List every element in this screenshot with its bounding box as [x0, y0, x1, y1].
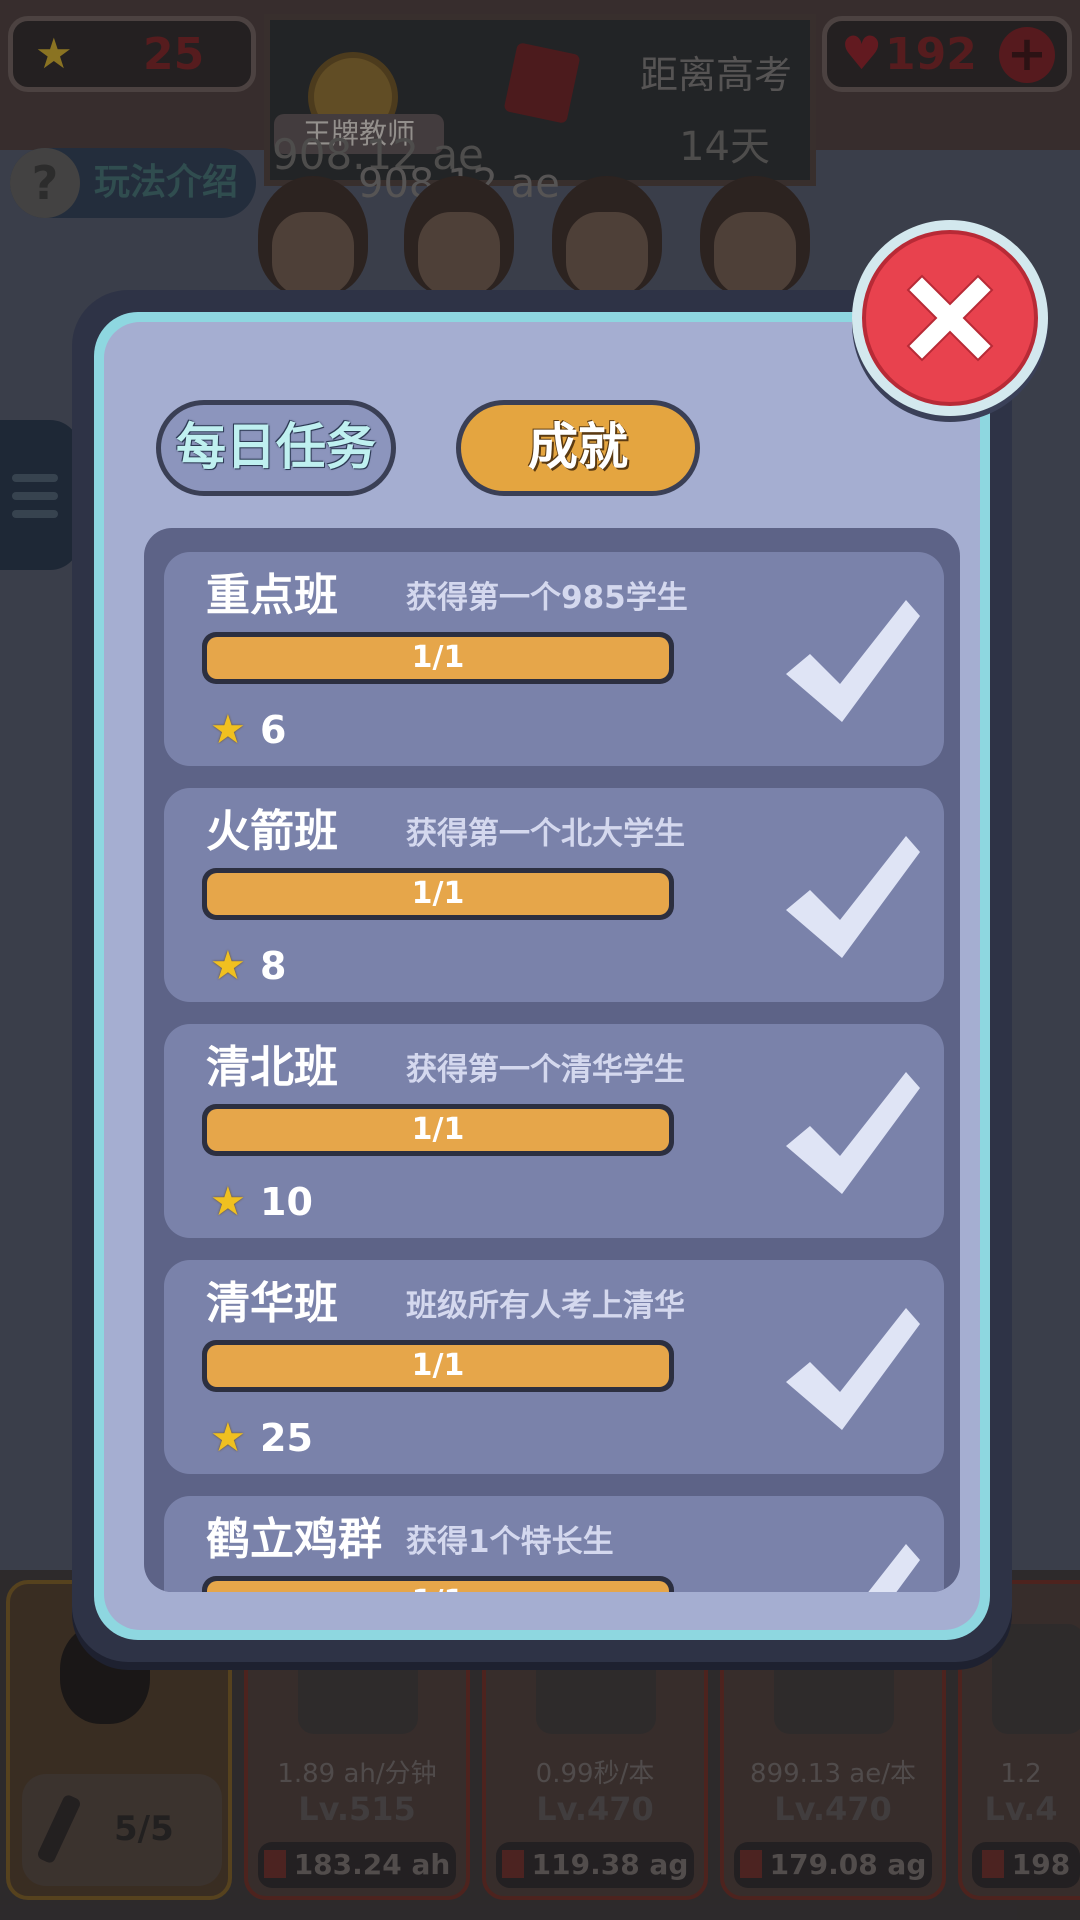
dialog-body: 每日任务 成就 重点班 获得第一个985学生 1/1 ★ 6 火箭班 获得第一个…	[104, 322, 980, 1630]
achievement-name: 清华班	[206, 1278, 338, 1329]
checkmark-icon	[786, 836, 920, 958]
progress-text: 1/1	[411, 1348, 465, 1383]
checkmark-icon	[786, 600, 920, 722]
achievement-desc: 获得第一个清华学生	[406, 1052, 685, 1088]
achievement-item: 清北班 获得第一个清华学生 1/1 ★ 10	[164, 1024, 944, 1238]
progress-bar: 1/1	[202, 868, 674, 920]
progress-text: 1/1	[202, 1576, 674, 1592]
close-button[interactable]	[852, 220, 1048, 416]
star-icon: ★	[210, 943, 246, 989]
achievement-desc: 班级所有人考上清华	[406, 1288, 685, 1324]
achievement-name: 清北班	[206, 1042, 338, 1093]
progress-text: 1/1	[411, 640, 465, 675]
close-icon	[906, 274, 994, 362]
checkmark-icon	[786, 1072, 920, 1194]
reward-value: 25	[260, 1416, 313, 1460]
star-icon: ★	[210, 707, 246, 753]
reward-value: 10	[260, 1180, 313, 1224]
achievement-list[interactable]: 重点班 获得第一个985学生 1/1 ★ 6 火箭班 获得第一个北大学生 1/1…	[144, 528, 960, 1592]
reward-value: 6	[260, 708, 287, 752]
progress-bar: 1/1	[202, 632, 674, 684]
star-icon: ★	[210, 1179, 246, 1225]
achievement-name: 重点班	[206, 570, 338, 621]
achievement-name: 鹤立鸡群	[206, 1514, 382, 1565]
tab-achievements[interactable]: 成就	[456, 400, 700, 496]
achievement-item: 重点班 获得第一个985学生 1/1 ★ 6	[164, 552, 944, 766]
achievement-desc: 获得1个特长生	[406, 1524, 614, 1560]
progress-text: 1/1	[411, 1112, 465, 1147]
progress-bar: 1/1	[202, 1104, 674, 1156]
checkmark-icon	[786, 1308, 920, 1430]
achievement-name: 火箭班	[206, 806, 338, 857]
achievement-desc: 获得第一个985学生	[406, 580, 688, 616]
progress-text: 1/1	[411, 876, 465, 911]
reward-value: 8	[260, 944, 287, 988]
achievements-dialog: 每日任务 成就 重点班 获得第一个985学生 1/1 ★ 6 火箭班 获得第一个…	[72, 290, 1012, 1662]
progress-bar: 1/1	[202, 1576, 674, 1592]
achievement-item: 鹤立鸡群 获得1个特长生 1/1	[164, 1496, 944, 1592]
achievement-item: 清华班 班级所有人考上清华 1/1 ★ 25	[164, 1260, 944, 1474]
checkmark-icon	[868, 1544, 920, 1592]
progress-bar: 1/1	[202, 1340, 674, 1392]
achievement-item: 火箭班 获得第一个北大学生 1/1 ★ 8	[164, 788, 944, 1002]
star-icon: ★	[210, 1415, 246, 1461]
tab-daily-tasks[interactable]: 每日任务	[156, 400, 396, 496]
achievement-desc: 获得第一个北大学生	[406, 816, 685, 852]
